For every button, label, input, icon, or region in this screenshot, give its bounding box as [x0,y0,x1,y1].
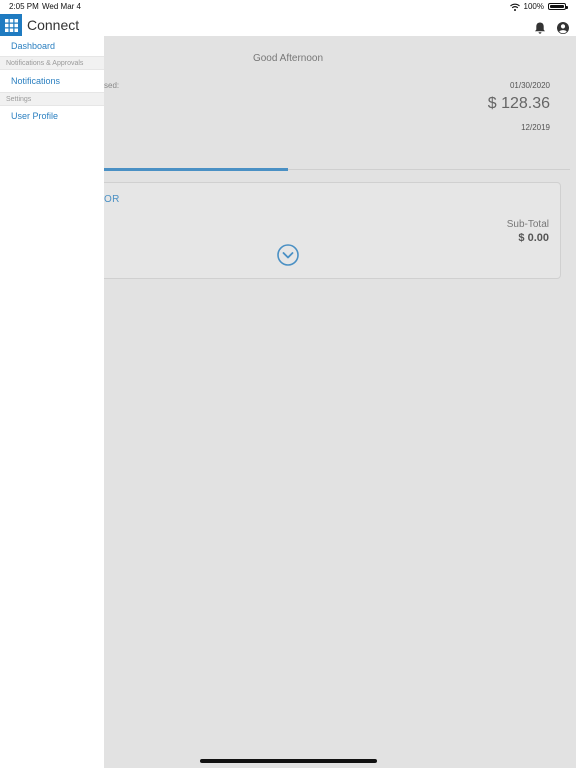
subtotal-label: Sub-Total [506,219,549,230]
sidebar-item-notifications[interactable]: Notifications [0,76,104,86]
summary-amount: $ 128.36 [487,95,550,112]
status-time: 2:05 PM [9,2,39,11]
app-title: Connect [27,17,80,33]
wifi-icon [509,3,520,11]
status-date: Wed Mar 4 [42,2,81,11]
user-profile-icon[interactable] [556,21,570,35]
sidebar-item-dashboard[interactable]: Dashboard [0,41,104,51]
active-tab-indicator [104,168,288,171]
summary-period: 12/2019 [521,123,550,132]
chevron-down-circle-icon[interactable] [277,244,299,266]
sidebar-section-notifications-approvals: Notifications & Approvals [0,56,104,70]
subtotal-value: $ 0.00 [518,232,549,244]
sidebar-section-settings: Settings [0,92,104,106]
sidebar-item-user-profile[interactable]: User Profile [0,111,104,121]
card-title[interactable]: OR [104,194,120,205]
bell-icon[interactable] [533,21,547,35]
status-indicators: 100% [509,2,568,11]
battery-icon [548,3,568,10]
apps-grid-icon [4,18,18,32]
summary-label: sed: [104,81,120,90]
summary-date: 01/30/2020 [509,81,550,90]
app-header: Connect [0,14,576,36]
home-indicator[interactable] [200,759,377,763]
apps-menu-button[interactable] [0,14,22,36]
sidebar-drawer: Dashboard Notifications & Approvals Noti… [0,36,104,768]
summary-card: OR Sub-Total $ 0.00 [60,182,561,279]
status-bar: 2:05 PM Wed Mar 4 100% [0,0,576,14]
battery-percent: 100% [523,2,544,11]
